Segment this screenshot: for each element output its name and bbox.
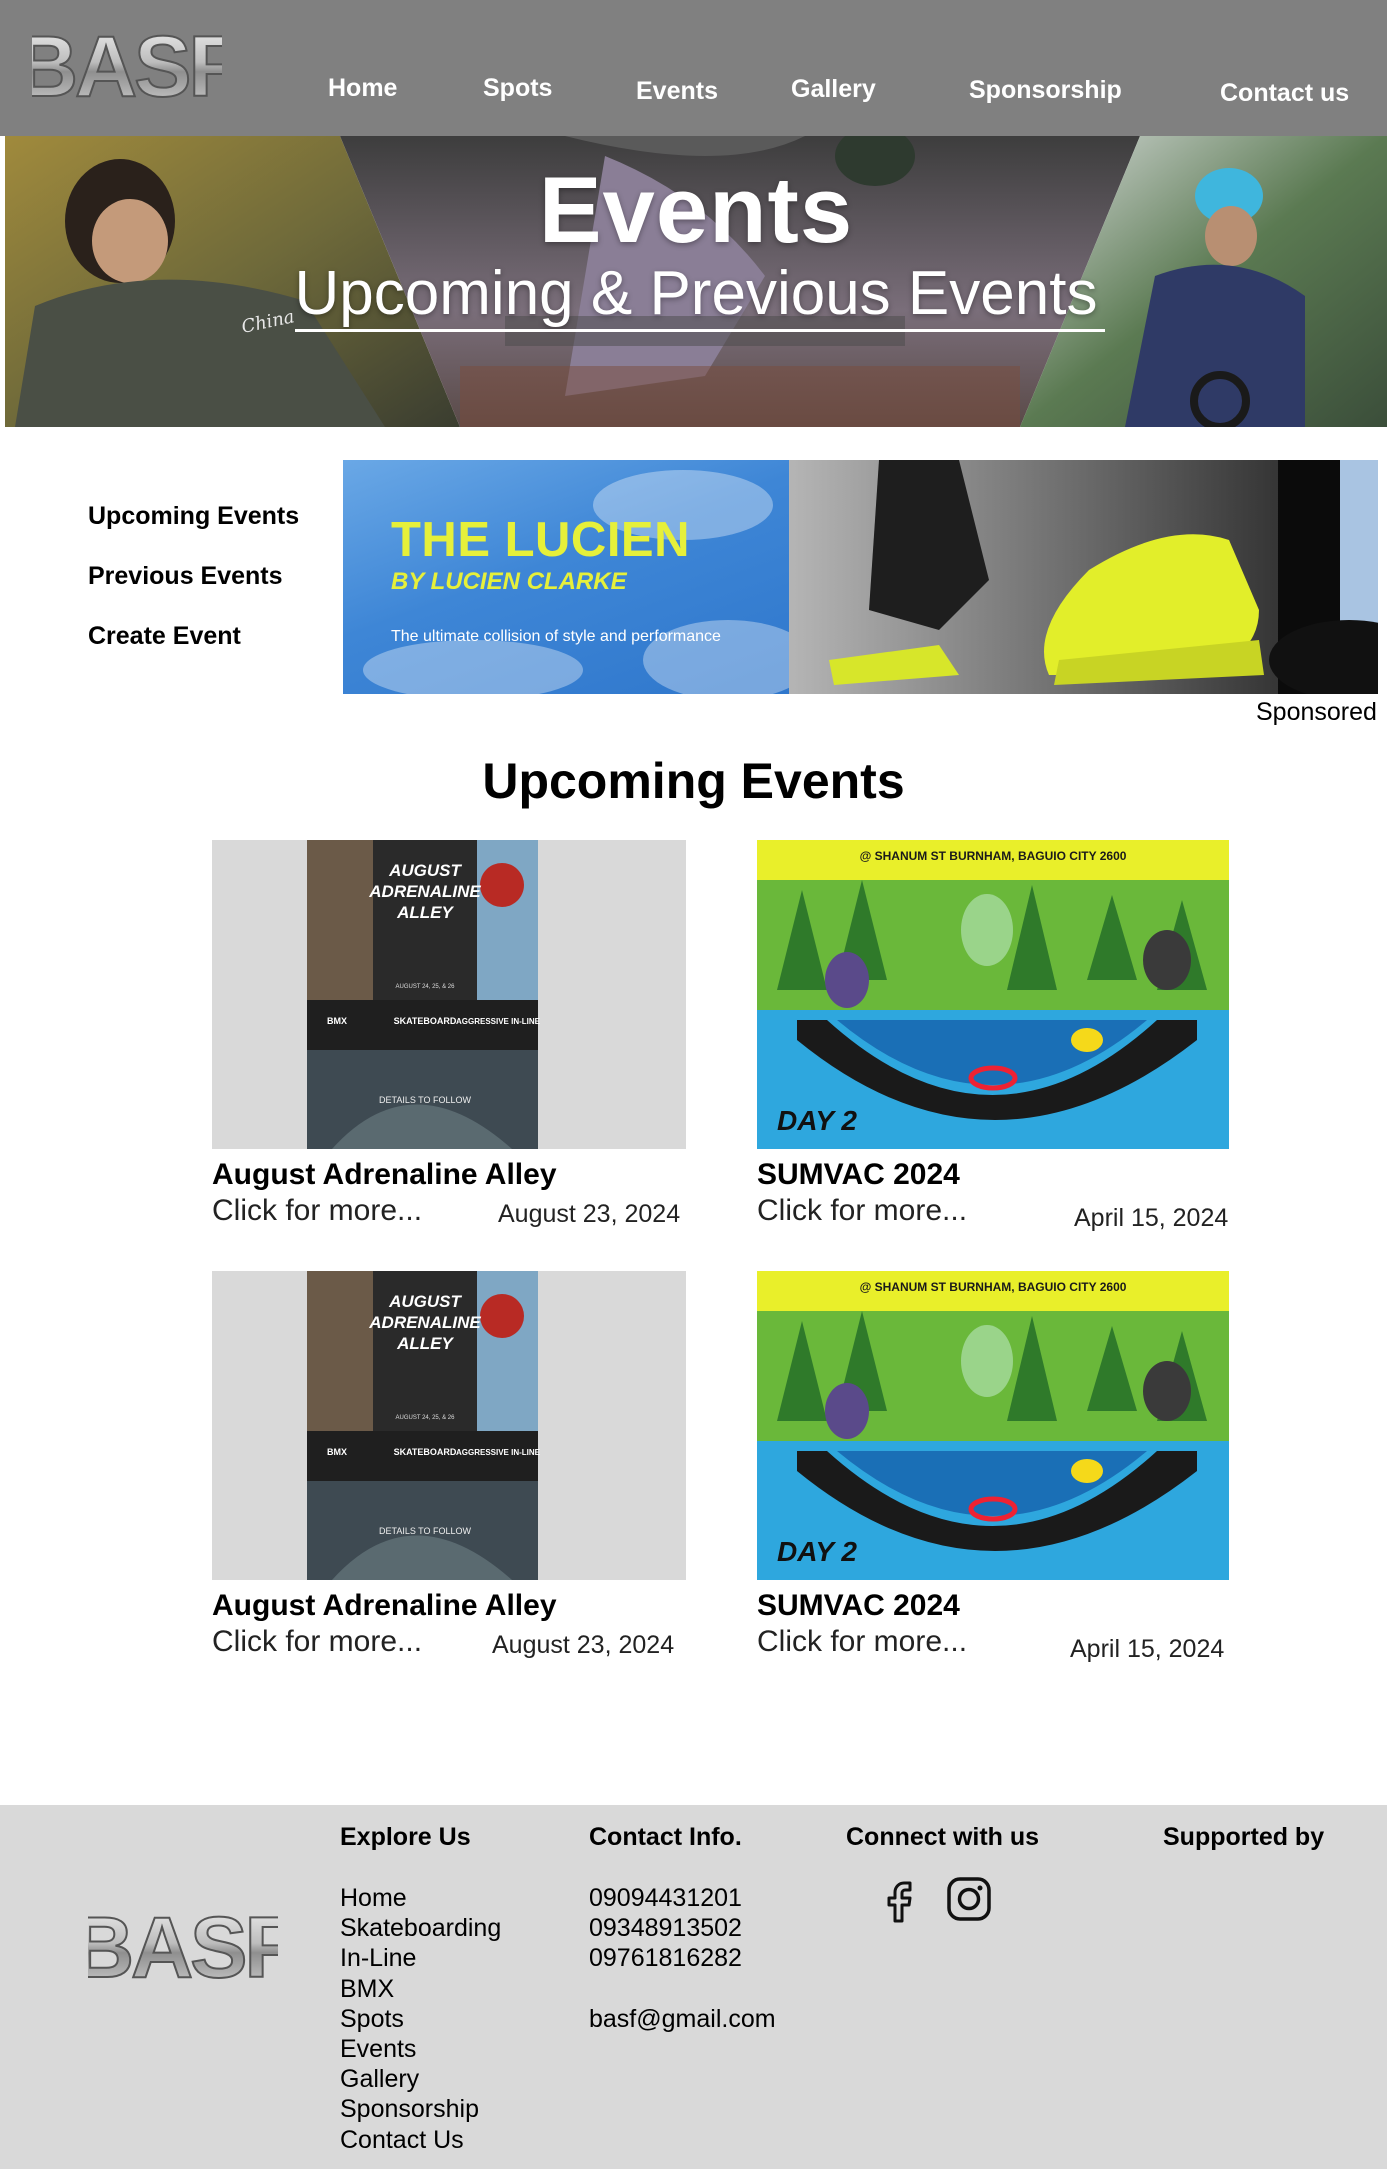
sponsor-banner[interactable]: THE LUCIEN BY LUCIEN CLARKE The ultimate…	[343, 460, 1378, 694]
svg-text:AUGUST 24, 25, & 26: AUGUST 24, 25, & 26	[396, 1415, 456, 1421]
event-poster-august-adrenaline-alley[interactable]: AUGUST ADRENALINE ALLEY AUGUST 24, 25, &…	[212, 840, 686, 1149]
svg-text:AGGRESSIVE IN-LINE: AGGRESSIVE IN-LINE	[456, 1448, 541, 1457]
footer-link-bmx[interactable]: BMX	[340, 1974, 501, 2004]
footer-contact-heading: Contact Info.	[589, 1823, 742, 1851]
event-more-link[interactable]: Click for more...	[757, 1194, 967, 1228]
event-name[interactable]: August Adrenaline Alley	[212, 1589, 557, 1623]
footer-link-events[interactable]: Events	[340, 2034, 501, 2064]
side-link-upcoming-events[interactable]: Upcoming Events	[88, 502, 299, 531]
svg-text:DAY 2: DAY 2	[777, 1536, 857, 1567]
svg-text:BMX: BMX	[327, 1447, 347, 1457]
event-more-link[interactable]: Click for more...	[212, 1194, 422, 1228]
event-date: April 15, 2024	[1070, 1635, 1225, 1663]
footer-link-skateboarding[interactable]: Skateboarding	[340, 1913, 501, 1943]
hero-subtitle-underline	[295, 329, 1105, 332]
footer-link-gallery[interactable]: Gallery	[340, 2064, 501, 2094]
svg-text:ADRENALINE: ADRENALINE	[368, 882, 481, 901]
event-poster-sumvac-2024[interactable]: @ SHANUM ST BURNHAM, BAGUIO CITY 2600 DA…	[757, 840, 1229, 1149]
sponsor-banner-headline: THE LUCIEN	[391, 513, 690, 567]
footer-link-contact-us[interactable]: Contact Us	[340, 2125, 501, 2155]
instagram-icon[interactable]	[945, 1875, 993, 1923]
svg-text:DETAILS TO FOLLOW: DETAILS TO FOLLOW	[379, 1526, 472, 1536]
svg-text:SKATEBOARD: SKATEBOARD	[394, 1016, 457, 1026]
footer-link-home[interactable]: Home	[340, 1883, 501, 1913]
svg-text:SKATEBOARD: SKATEBOARD	[394, 1447, 457, 1457]
svg-text:AUGUST 24, 25, & 26: AUGUST 24, 25, & 26	[396, 984, 456, 990]
nav-home[interactable]: Home	[328, 74, 397, 103]
nav-contact[interactable]: Contact us	[1220, 79, 1349, 108]
nav-gallery[interactable]: Gallery	[791, 75, 876, 104]
nav-spots[interactable]: Spots	[483, 74, 552, 103]
sponsor-banner-shoe-image	[789, 460, 1378, 694]
svg-text:BASF: BASF	[32, 22, 222, 110]
event-name[interactable]: August Adrenaline Alley	[212, 1158, 557, 1192]
footer-explore-links: Home Skateboarding In-Line BMX Spots Eve…	[340, 1883, 501, 2155]
svg-text:ALLEY: ALLEY	[396, 1334, 454, 1353]
svg-text:@ SHANUM ST BURNHAM, BAGUIO CI: @ SHANUM ST BURNHAM, BAGUIO CITY 2600	[860, 1280, 1127, 1294]
footer-connect-heading: Connect with us	[846, 1823, 1040, 1851]
footer-phone: 09761816282	[589, 1944, 742, 1973]
side-link-previous-events[interactable]: Previous Events	[88, 562, 283, 591]
event-more-link[interactable]: Click for more...	[757, 1625, 967, 1659]
event-date: April 15, 2024	[1074, 1204, 1229, 1232]
event-more-link[interactable]: Click for more...	[212, 1625, 422, 1659]
event-name[interactable]: SUMVAC 2024	[757, 1158, 960, 1192]
footer-explore-heading: Explore Us	[340, 1823, 471, 1851]
footer-email[interactable]: basf@gmail.com	[589, 2004, 776, 2034]
footer-link-spots[interactable]: Spots	[340, 2004, 501, 2034]
event-date: August 23, 2024	[498, 1200, 681, 1228]
svg-text:@ SHANUM ST BURNHAM, BAGUIO CI: @ SHANUM ST BURNHAM, BAGUIO CITY 2600	[860, 849, 1127, 863]
footer-supported-heading: Supported by	[1163, 1823, 1325, 1851]
event-date: August 23, 2024	[492, 1631, 675, 1659]
basf-logo[interactable]: BASF	[32, 22, 222, 110]
hero-subtitle: Upcoming & Previous Events	[294, 259, 1098, 328]
svg-text:ADRENALINE: ADRENALINE	[368, 1313, 481, 1332]
svg-text:AUGUST: AUGUST	[388, 861, 462, 880]
hero-title: Events	[538, 157, 854, 262]
svg-text:ALLEY: ALLEY	[396, 903, 454, 922]
event-poster-sumvac-2024[interactable]: @ SHANUM ST BURNHAM, BAGUIO CITY 2600 DA…	[757, 1271, 1229, 1580]
nav-sponsorship[interactable]: Sponsorship	[969, 76, 1122, 105]
event-poster-august-adrenaline-alley[interactable]: AUGUST ADRENALINE ALLEY AUGUST 24, 25, &…	[212, 1271, 686, 1580]
hero-banner: China Events Upcoming & Previous Events	[5, 136, 1387, 427]
svg-text:BMX: BMX	[327, 1016, 347, 1026]
facebook-icon[interactable]	[876, 1875, 924, 1923]
footer-contact-info: 09094431201 09348913502 09761816282 basf…	[589, 1883, 776, 2034]
svg-text:AGGRESSIVE IN-LINE: AGGRESSIVE IN-LINE	[456, 1017, 541, 1026]
svg-text:AUGUST: AUGUST	[388, 1292, 462, 1311]
svg-text:DAY 2: DAY 2	[777, 1105, 857, 1136]
footer-link-sponsorship[interactable]: Sponsorship	[340, 2094, 501, 2124]
svg-text:BASF: BASF	[88, 1903, 278, 1991]
footer-phone: 09094431201	[589, 1884, 742, 1912]
footer-link-inline[interactable]: In-Line	[340, 1943, 501, 1973]
sponsor-banner-byline: BY LUCIEN CLARKE	[391, 568, 627, 595]
sponsored-label: Sponsored	[1256, 698, 1377, 726]
footer-basf-logo[interactable]: BASF	[88, 1903, 278, 1991]
side-link-create-event[interactable]: Create Event	[88, 622, 241, 651]
site-header: BASF Home Spots Events Gallery Sponsorsh…	[0, 0, 1387, 136]
nav-events[interactable]: Events	[636, 77, 718, 106]
svg-text:DETAILS TO FOLLOW: DETAILS TO FOLLOW	[379, 1095, 472, 1105]
upcoming-events-heading: Upcoming Events	[482, 753, 905, 809]
footer-phone: 09348913502	[589, 1914, 742, 1943]
event-name[interactable]: SUMVAC 2024	[757, 1589, 960, 1623]
sponsor-banner-text-panel: THE LUCIEN BY LUCIEN CLARKE The ultimate…	[343, 460, 813, 694]
site-footer: BASF Explore Us Home Skateboarding In-Li…	[0, 1805, 1387, 2169]
sponsor-banner-tagline: The ultimate collision of style and perf…	[391, 628, 721, 645]
